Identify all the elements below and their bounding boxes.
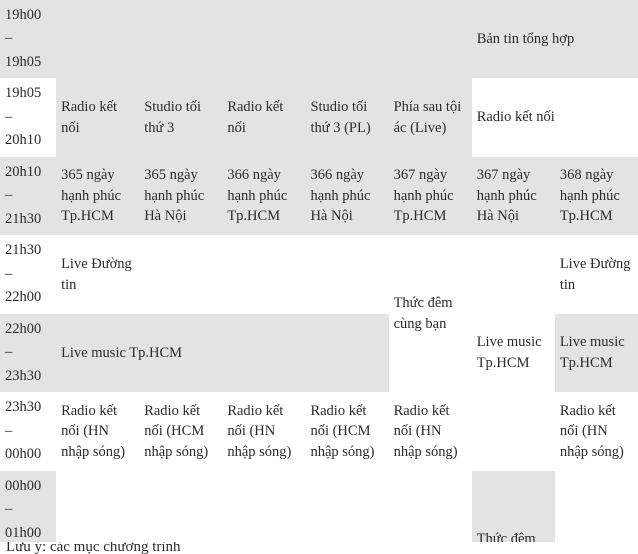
time-slot-label: 19h00 – 19h05 [0, 0, 57, 79]
program-cell[interactable]: Live Đường tin [554, 235, 638, 314]
time-slot-label: 21h30 – 22h00 [0, 235, 57, 314]
schedule-row: 21h30 – 22h00 Live Đường tin Thức đêm cùng… [0, 235, 638, 393]
schedule-row: 22h00 – 23h30 Live music Tp.HCM Live music… [0, 313, 638, 393]
empty-cell [471, 392, 555, 471]
empty-cell [305, 235, 389, 314]
broadcast-schedule-table: 19h00 – 19h05 Bản tin tổng hợp 19h05 – 20h… [0, 0, 638, 554]
empty-cell [139, 470, 223, 550]
program-cell[interactable]: 365 ngày hạnh phúc Hà Nội [139, 156, 223, 236]
program-cell[interactable]: Bản tin tổng hợp [471, 0, 638, 79]
clipped-footer-text: Lưu ý: các mục chương trình [6, 542, 181, 554]
program-cell[interactable]: Live music Tp.HCM [56, 313, 389, 393]
program-cell[interactable]: 368 ngày hạnh phúc Tp.HCM [554, 156, 638, 236]
program-cell[interactable]: 366 ngày hạnh phúc Tp.HCM [222, 156, 306, 236]
program-cell[interactable]: Radio kết nối (HCM nhập sóng) [305, 392, 389, 471]
schedule-page: 19h00 – 19h05 Bản tin tổng hợp 19h05 – 20h… [0, 0, 638, 554]
time-slot-label: 19h05 – 20h10 [0, 78, 57, 157]
program-cell[interactable]: Radio kết nối (HN nhập sóng) [554, 392, 638, 471]
program-cell[interactable]: 366 ngày hạnh phúc Hà Nội [305, 156, 389, 236]
program-cell[interactable]: Phía sau tội ác (Live) [388, 78, 472, 157]
program-cell[interactable]: Radio kết nối (HN nhập sóng) [222, 392, 306, 471]
schedule-row: 00h00 – 01h00Thức đêm cùng bạn [0, 470, 638, 554]
empty-cell [471, 235, 555, 314]
empty-cell [305, 470, 389, 550]
time-slot-label: 23h30 – 00h00 [0, 392, 57, 471]
program-cell[interactable]: 365 ngày hạnh phúc Tp.HCM [56, 156, 140, 236]
empty-cell [388, 0, 472, 79]
empty-cell [388, 470, 472, 550]
program-cell[interactable]: Radio kết nối (HCM nhập sóng) [139, 392, 223, 471]
program-cell[interactable]: Radio kết nối [471, 78, 638, 157]
empty-cell [305, 0, 389, 79]
program-cell[interactable]: Thức đêm cùng bạn [388, 235, 472, 393]
empty-cell [139, 235, 223, 314]
time-slot-label: 20h10 – 21h30 [0, 156, 57, 236]
empty-cell [222, 470, 306, 550]
program-cell[interactable]: 367 ngày hạnh phúc Tp.HCM [388, 156, 472, 236]
empty-cell [554, 470, 638, 550]
schedule-body: 19h00 – 19h05 Bản tin tổng hợp 19h05 – 20h… [0, 0, 638, 554]
empty-cell [139, 0, 223, 79]
program-cell[interactable]: Radio kết nối [56, 78, 140, 157]
program-cell[interactable]: Live music Tp.HCM [471, 313, 555, 393]
program-cell[interactable]: Radio kết nối (HN nhập sóng) [56, 392, 140, 471]
time-slot-label: 00h00 – 01h00 [0, 470, 57, 550]
program-cell[interactable]: Radio kết nối [222, 78, 306, 157]
schedule-row: 20h10 – 21h30 365 ngày hạnh phúc Tp.HCM 36… [0, 156, 638, 236]
empty-cell [56, 470, 140, 550]
program-cell[interactable]: Live music Tp.HCM [554, 313, 638, 393]
schedule-row: 19h05 – 20h10 Radio kết nối Studio tối thứ… [0, 78, 638, 157]
program-cell[interactable]: Studio tối thứ 3 [139, 78, 223, 157]
clipped-footer-note: Lưu ý: các mục chương trình [0, 542, 638, 554]
schedule-row: 19h00 – 19h05 Bản tin tổng hợp [0, 0, 638, 79]
program-cell[interactable]: Studio tối thứ 3 (PL) [305, 78, 389, 157]
empty-cell [56, 0, 140, 79]
program-cell[interactable]: Live Đường tin [56, 235, 140, 314]
program-cell[interactable]: Radio kết nối (HN nhập sóng) [388, 392, 472, 471]
empty-cell [222, 235, 306, 314]
time-slot-label: 22h00 – 23h30 [0, 313, 57, 393]
empty-cell [222, 0, 306, 79]
schedule-row: 23h30 – 00h00 Radio kết nối (HN nhập sóng… [0, 392, 638, 471]
program-cell[interactable]: 367 ngày hạnh phúc Hà Nội [471, 156, 555, 236]
